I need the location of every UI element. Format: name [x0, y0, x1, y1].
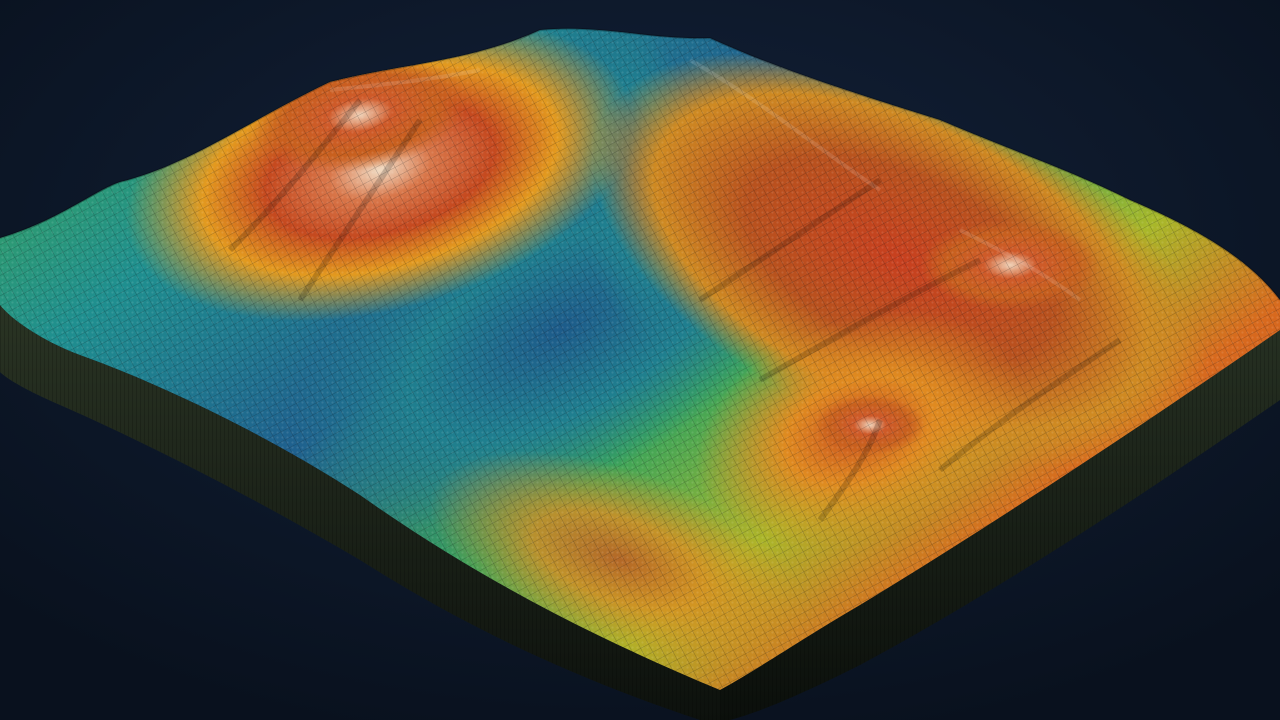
terrain-scene — [0, 0, 1280, 720]
terrain-illustration — [0, 0, 1280, 720]
